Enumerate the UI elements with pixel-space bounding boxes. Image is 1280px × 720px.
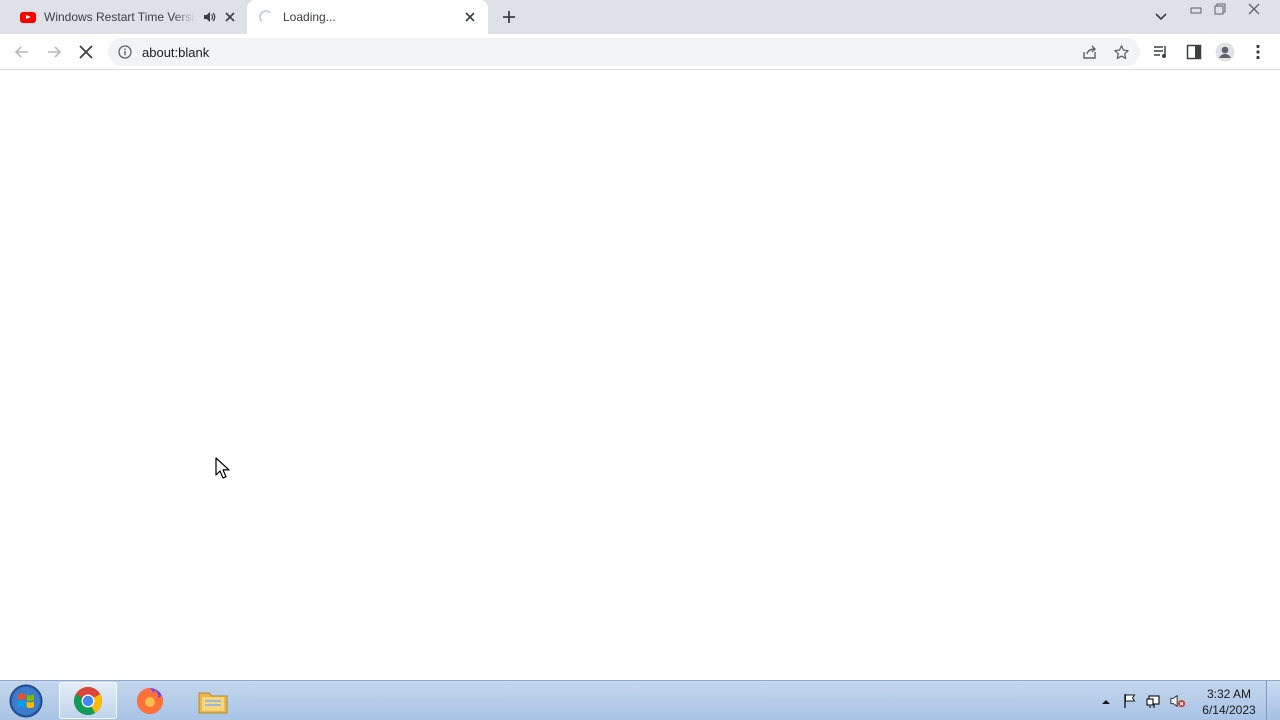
stop-button[interactable] [76, 42, 96, 62]
page-content [0, 71, 1280, 680]
arrow-right-icon [48, 46, 62, 58]
media-control-icon [1154, 46, 1166, 58]
action-center-button[interactable] [1122, 693, 1138, 709]
bookmark-star-icon[interactable] [1113, 44, 1130, 61]
taskbar-explorer-button[interactable] [184, 682, 242, 719]
restore-button[interactable] [1210, 0, 1230, 18]
new-tab-button[interactable] [499, 7, 519, 27]
volume-button[interactable] [1170, 693, 1186, 709]
menu-button[interactable] [1248, 42, 1268, 62]
clock-date: 6/14/2023 [1202, 703, 1256, 717]
back-button[interactable] [12, 42, 32, 62]
taskbar-firefox-button[interactable] [121, 682, 179, 719]
firefox-icon [137, 687, 163, 714]
forward-button[interactable] [44, 42, 64, 62]
screen: Windows Restart Time Version Loading... [0, 0, 1280, 720]
profile-avatar-icon [1215, 42, 1235, 62]
chevron-up-icon [1102, 699, 1110, 704]
clock-time: 3:32 AM [1206, 687, 1252, 701]
stop-icon [79, 45, 93, 59]
share-icon[interactable] [1081, 44, 1098, 61]
arrow-left-icon [14, 46, 28, 58]
side-panel-button[interactable] [1184, 42, 1204, 62]
start-button[interactable] [6, 683, 46, 719]
loading-spinner-icon [259, 10, 273, 24]
profile-button[interactable] [1215, 42, 1235, 62]
media-control-button[interactable] [1151, 42, 1171, 62]
windows-logo-icon [9, 684, 43, 718]
tab-strip: Windows Restart Time Version Loading... [0, 0, 1280, 34]
tab-title: Loading... [283, 10, 336, 24]
close-icon [1248, 3, 1260, 15]
chevron-down-icon [1155, 13, 1167, 21]
tab-loading[interactable]: Loading... [247, 0, 488, 34]
url-text[interactable]: about:blank [142, 45, 209, 60]
network-icon [1146, 695, 1160, 708]
youtube-icon [20, 11, 36, 23]
tab-title: Windows Restart Time Version [44, 10, 196, 24]
restore-icon [1214, 3, 1226, 15]
side-panel-icon [1186, 44, 1202, 60]
tab-youtube[interactable]: Windows Restart Time Version [8, 0, 246, 34]
show-desktop-button[interactable] [1266, 681, 1280, 720]
minimize-button[interactable] [1186, 0, 1206, 18]
close-tab-icon[interactable] [462, 9, 478, 25]
volume-muted-icon [1170, 694, 1186, 708]
kebab-menu-icon [1256, 44, 1260, 60]
flag-icon [1124, 694, 1136, 708]
tab-search-button[interactable] [1152, 8, 1170, 26]
show-hidden-icons-button[interactable] [1098, 693, 1114, 709]
network-button[interactable] [1146, 693, 1162, 709]
chrome-icon [74, 686, 102, 715]
plus-icon [503, 11, 515, 23]
taskbar-chrome-button[interactable] [59, 682, 117, 719]
close-tab-icon[interactable] [222, 9, 238, 25]
mouse-cursor-icon [215, 457, 230, 479]
close-window-button[interactable] [1236, 0, 1272, 18]
info-icon[interactable] [118, 45, 132, 59]
system-clock[interactable]: 3:32 AM 6/14/2023 [1198, 686, 1260, 718]
minimize-icon [1190, 7, 1202, 14]
speaker-icon[interactable] [202, 10, 216, 24]
file-explorer-icon [198, 692, 228, 713]
address-bar[interactable]: about:blank [108, 38, 1140, 66]
browser-toolbar: about:blank [0, 34, 1280, 70]
windows-taskbar: 3:32 AM 6/14/2023 [0, 680, 1280, 720]
